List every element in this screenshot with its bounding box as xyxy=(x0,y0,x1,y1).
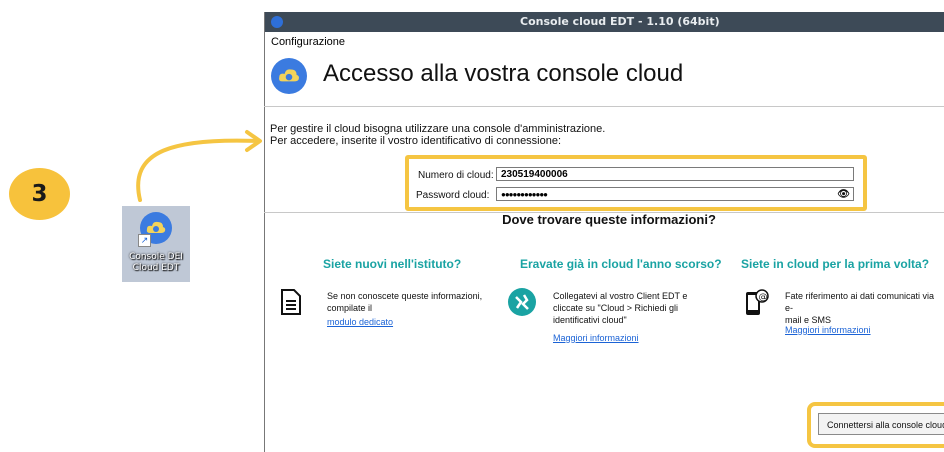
column-text-last-year: Collegatevi al vostro Client EDT e clicc… xyxy=(553,291,688,325)
desktop-shortcut-console-cloud[interactable]: ↗ Console DEI Cloud EDT xyxy=(122,206,190,282)
column-text-first-time: Fate riferimento ai dati comunicati via … xyxy=(785,291,935,325)
globe-icon xyxy=(508,288,536,316)
link-modulo-dedicato[interactable]: modulo dedicato xyxy=(327,317,393,327)
cloud-console-icon xyxy=(271,58,307,94)
window-title: Console cloud EDT - 1.10 (64bit) xyxy=(520,15,720,28)
phone-email-icon: @ xyxy=(744,287,770,322)
column-title-last-year: Eravate già in cloud l'anno scorso? xyxy=(520,257,722,271)
page-heading: Accesso alla vostra console cloud xyxy=(265,52,944,106)
menu-configurazione[interactable]: Configurazione xyxy=(265,32,944,52)
column-text-new: Se non conoscete queste informazioni, co… xyxy=(327,291,483,313)
connect-highlight-box xyxy=(807,402,944,448)
window-titlebar: Console cloud EDT - 1.10 (64bit) xyxy=(265,12,944,32)
link-maggiori-informazioni[interactable]: Maggiori informazioni xyxy=(553,333,639,343)
divider xyxy=(264,106,944,107)
shortcut-arrow-icon: ↗ xyxy=(138,234,151,247)
console-cloud-window: Console cloud EDT - 1.10 (64bit) Configu… xyxy=(264,12,944,452)
column-title-new: Siete nuovi nell'istituto? xyxy=(323,257,462,271)
page-title: Accesso alla vostra console cloud xyxy=(323,60,684,87)
info-title: Dove trovare queste informazioni? xyxy=(502,212,716,227)
intro-text: Per gestire il cloud bisogna utilizzare … xyxy=(270,123,606,147)
column-title-first-time: Siete in cloud per la prima volta? xyxy=(741,257,930,271)
link-maggiori-informazioni[interactable]: Maggiori informazioni xyxy=(785,325,871,335)
svg-text:@: @ xyxy=(759,293,768,303)
app-icon xyxy=(271,16,283,28)
document-icon xyxy=(280,288,302,321)
credentials-highlight-box xyxy=(405,155,867,211)
desktop-icon-label: Console DEI Cloud EDT xyxy=(129,252,183,273)
